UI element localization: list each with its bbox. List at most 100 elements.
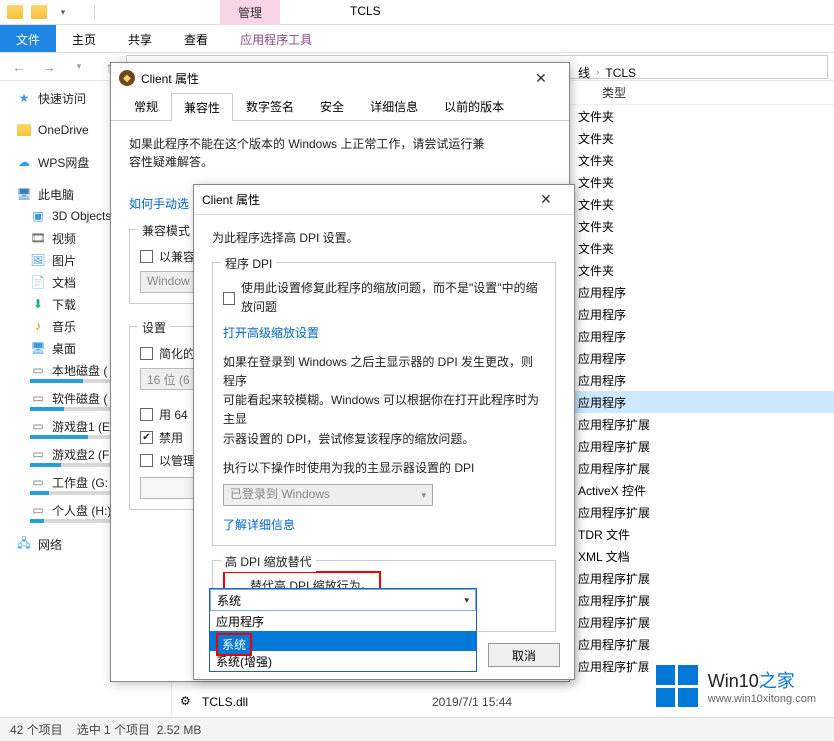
status-bar: 42 个项目 选中 1 个项目 2.52 MB bbox=[0, 717, 834, 741]
dll-icon: ⚙ bbox=[180, 694, 196, 710]
tab-prev[interactable]: 以前的版本 bbox=[431, 92, 517, 120]
desktop-icon: 🖥 bbox=[30, 340, 46, 356]
file-type: 应用程序 bbox=[578, 350, 626, 367]
dropdown-option-app[interactable]: 应用程序 bbox=[210, 611, 476, 631]
quick-access-toolbar: ▾ │ 管理 TCLS bbox=[0, 0, 834, 25]
item-count: 42 个项目 bbox=[10, 721, 63, 738]
file-size: 800 KB bbox=[812, 329, 834, 343]
file-type: 文件夹 bbox=[578, 130, 614, 147]
tab-share[interactable]: 共享 bbox=[112, 25, 168, 52]
tab-compat[interactable]: 兼容性 bbox=[171, 93, 233, 121]
file-size: 1,652 KB bbox=[812, 461, 834, 475]
dpi-explain: 如果在登录到 Windows 之后主显示器的 DPI 发生更改，则程序 可能看起… bbox=[223, 353, 545, 449]
file-type: 应用程序扩展 bbox=[578, 636, 650, 653]
tab-apptools[interactable]: 应用程序工具 bbox=[224, 25, 328, 52]
file-size: 359 KB bbox=[812, 307, 834, 321]
file-size: 536 KB bbox=[812, 285, 834, 299]
cancel-button[interactable]: 取消 bbox=[488, 643, 560, 667]
selection-info: 选中 1 个项目 2.52 MB bbox=[77, 721, 202, 738]
tab-view[interactable]: 查看 bbox=[168, 25, 224, 52]
simple-checkbox[interactable] bbox=[140, 347, 153, 360]
tab-details[interactable]: 详细信息 bbox=[357, 92, 431, 120]
breadcrumb-tail[interactable]: 线› TCLS bbox=[578, 64, 636, 81]
file-type: ActiveX 控件 bbox=[578, 482, 646, 499]
file-size: 1 KB bbox=[812, 549, 834, 563]
close-button[interactable]: ✕ bbox=[526, 191, 566, 208]
divider-icon: │ bbox=[84, 1, 106, 23]
dialog-title: Client 属性 bbox=[202, 191, 260, 208]
manual-link[interactable]: 如何手动选 bbox=[129, 197, 189, 211]
file-type: 文件夹 bbox=[578, 262, 614, 279]
file-type: 应用程序扩展 bbox=[578, 614, 650, 631]
contextual-tab-manage[interactable]: 管理 bbox=[220, 0, 280, 25]
disable-checkbox[interactable]: ✔ bbox=[140, 431, 153, 444]
64-checkbox[interactable] bbox=[140, 408, 153, 421]
dropdown-selected[interactable]: 系统▾ bbox=[210, 589, 476, 611]
dropdown-icon[interactable]: ▾ bbox=[52, 1, 74, 23]
file-type: 文件夹 bbox=[578, 108, 614, 125]
file-type: 应用程序扩展 bbox=[578, 570, 650, 587]
tab-security[interactable]: 安全 bbox=[307, 92, 357, 120]
doc-icon: 📄 bbox=[30, 274, 46, 290]
file-type: 应用程序 bbox=[578, 394, 626, 411]
network-icon: 🖧 bbox=[16, 536, 32, 552]
learn-more-link[interactable]: 了解详细信息 bbox=[223, 518, 295, 532]
close-button[interactable]: ✕ bbox=[521, 70, 561, 87]
folder-icon[interactable] bbox=[4, 1, 26, 23]
download-icon: ⬇ bbox=[30, 296, 46, 312]
file-size: 208 KB bbox=[812, 505, 834, 519]
cube-icon: ▣ bbox=[30, 208, 46, 224]
file-date: 2019/7/1 15:44 bbox=[432, 695, 512, 709]
compat-checkbox[interactable] bbox=[140, 250, 153, 263]
forward-button[interactable]: → bbox=[36, 55, 62, 79]
fix-checkbox[interactable] bbox=[223, 292, 235, 305]
file-size: 35,665 KB bbox=[812, 417, 834, 431]
folder-icon[interactable] bbox=[28, 1, 50, 23]
back-button[interactable]: ← bbox=[6, 55, 32, 79]
dialog-titlebar[interactable]: Client 属性 ✕ bbox=[194, 185, 574, 215]
window-title: TCLS bbox=[350, 4, 381, 18]
dropdown-option-system[interactable]: 系统 bbox=[210, 631, 476, 651]
file-type: 应用程序扩展 bbox=[578, 438, 650, 455]
app-icon: ◆ bbox=[119, 70, 135, 86]
file-type: 文件夹 bbox=[578, 152, 614, 169]
pc-icon: 🖥 bbox=[16, 186, 32, 202]
file-type: 应用程序扩展 bbox=[578, 460, 650, 477]
admin-checkbox[interactable] bbox=[140, 454, 153, 467]
file-size: 1,021 KB bbox=[812, 439, 834, 453]
file-type: 应用程序 bbox=[578, 328, 626, 345]
tab-sig[interactable]: 数字签名 bbox=[233, 92, 307, 120]
file-type: 文件夹 bbox=[578, 174, 614, 191]
file-size: 556 KB bbox=[812, 571, 834, 585]
dropdown-option-enhanced[interactable]: 系统(增强) bbox=[210, 651, 476, 671]
file-type: TDR 文件 bbox=[578, 526, 630, 543]
tab-home[interactable]: 主页 bbox=[56, 25, 112, 52]
adv-scaling-link[interactable]: 打开高级缩放设置 bbox=[223, 326, 319, 340]
file-size: 10 KB bbox=[812, 527, 834, 541]
tab-file[interactable]: 文件 bbox=[0, 25, 56, 52]
header-type[interactable]: 类型 bbox=[592, 84, 626, 101]
drive-icon: ▭ bbox=[30, 362, 46, 378]
scaling-dropdown[interactable]: 系统▾ 应用程序 系统 系统(增强) bbox=[209, 588, 477, 672]
file-size: 1 KB bbox=[812, 483, 834, 497]
file-size: 274 KB bbox=[812, 351, 834, 365]
file-type: 应用程序扩展 bbox=[578, 504, 650, 521]
dialog-tabs: 常规 兼容性 数字签名 安全 详细信息 以前的版本 bbox=[111, 93, 569, 121]
music-icon: ♪ bbox=[30, 318, 46, 334]
cloud-icon: ☁ bbox=[16, 154, 32, 170]
image-icon: 🖼 bbox=[30, 252, 46, 268]
star-icon: ★ bbox=[16, 90, 32, 106]
history-dropdown[interactable]: ▾ bbox=[66, 55, 92, 79]
login-select[interactable]: 已登录到 Windows▾ bbox=[223, 484, 433, 506]
tab-general[interactable]: 常规 bbox=[121, 92, 171, 120]
dpi-heading: 为此程序选择高 DPI 设置。 bbox=[212, 229, 556, 248]
drive-icon: ▭ bbox=[30, 502, 46, 518]
drive-icon: ▭ bbox=[30, 474, 46, 490]
file-size: 236 KB bbox=[812, 373, 834, 387]
drive-icon: ▭ bbox=[30, 446, 46, 462]
file-type: 文件夹 bbox=[578, 196, 614, 213]
file-type: 应用程序扩展 bbox=[578, 416, 650, 433]
dialog-titlebar[interactable]: ◆ Client 属性 ✕ bbox=[111, 63, 569, 93]
drive-icon: ▭ bbox=[30, 418, 46, 434]
compat-intro: 如果此程序不能在这个版本的 Windows 上正常工作，请尝试运行兼容性疑难解答… bbox=[129, 135, 551, 171]
